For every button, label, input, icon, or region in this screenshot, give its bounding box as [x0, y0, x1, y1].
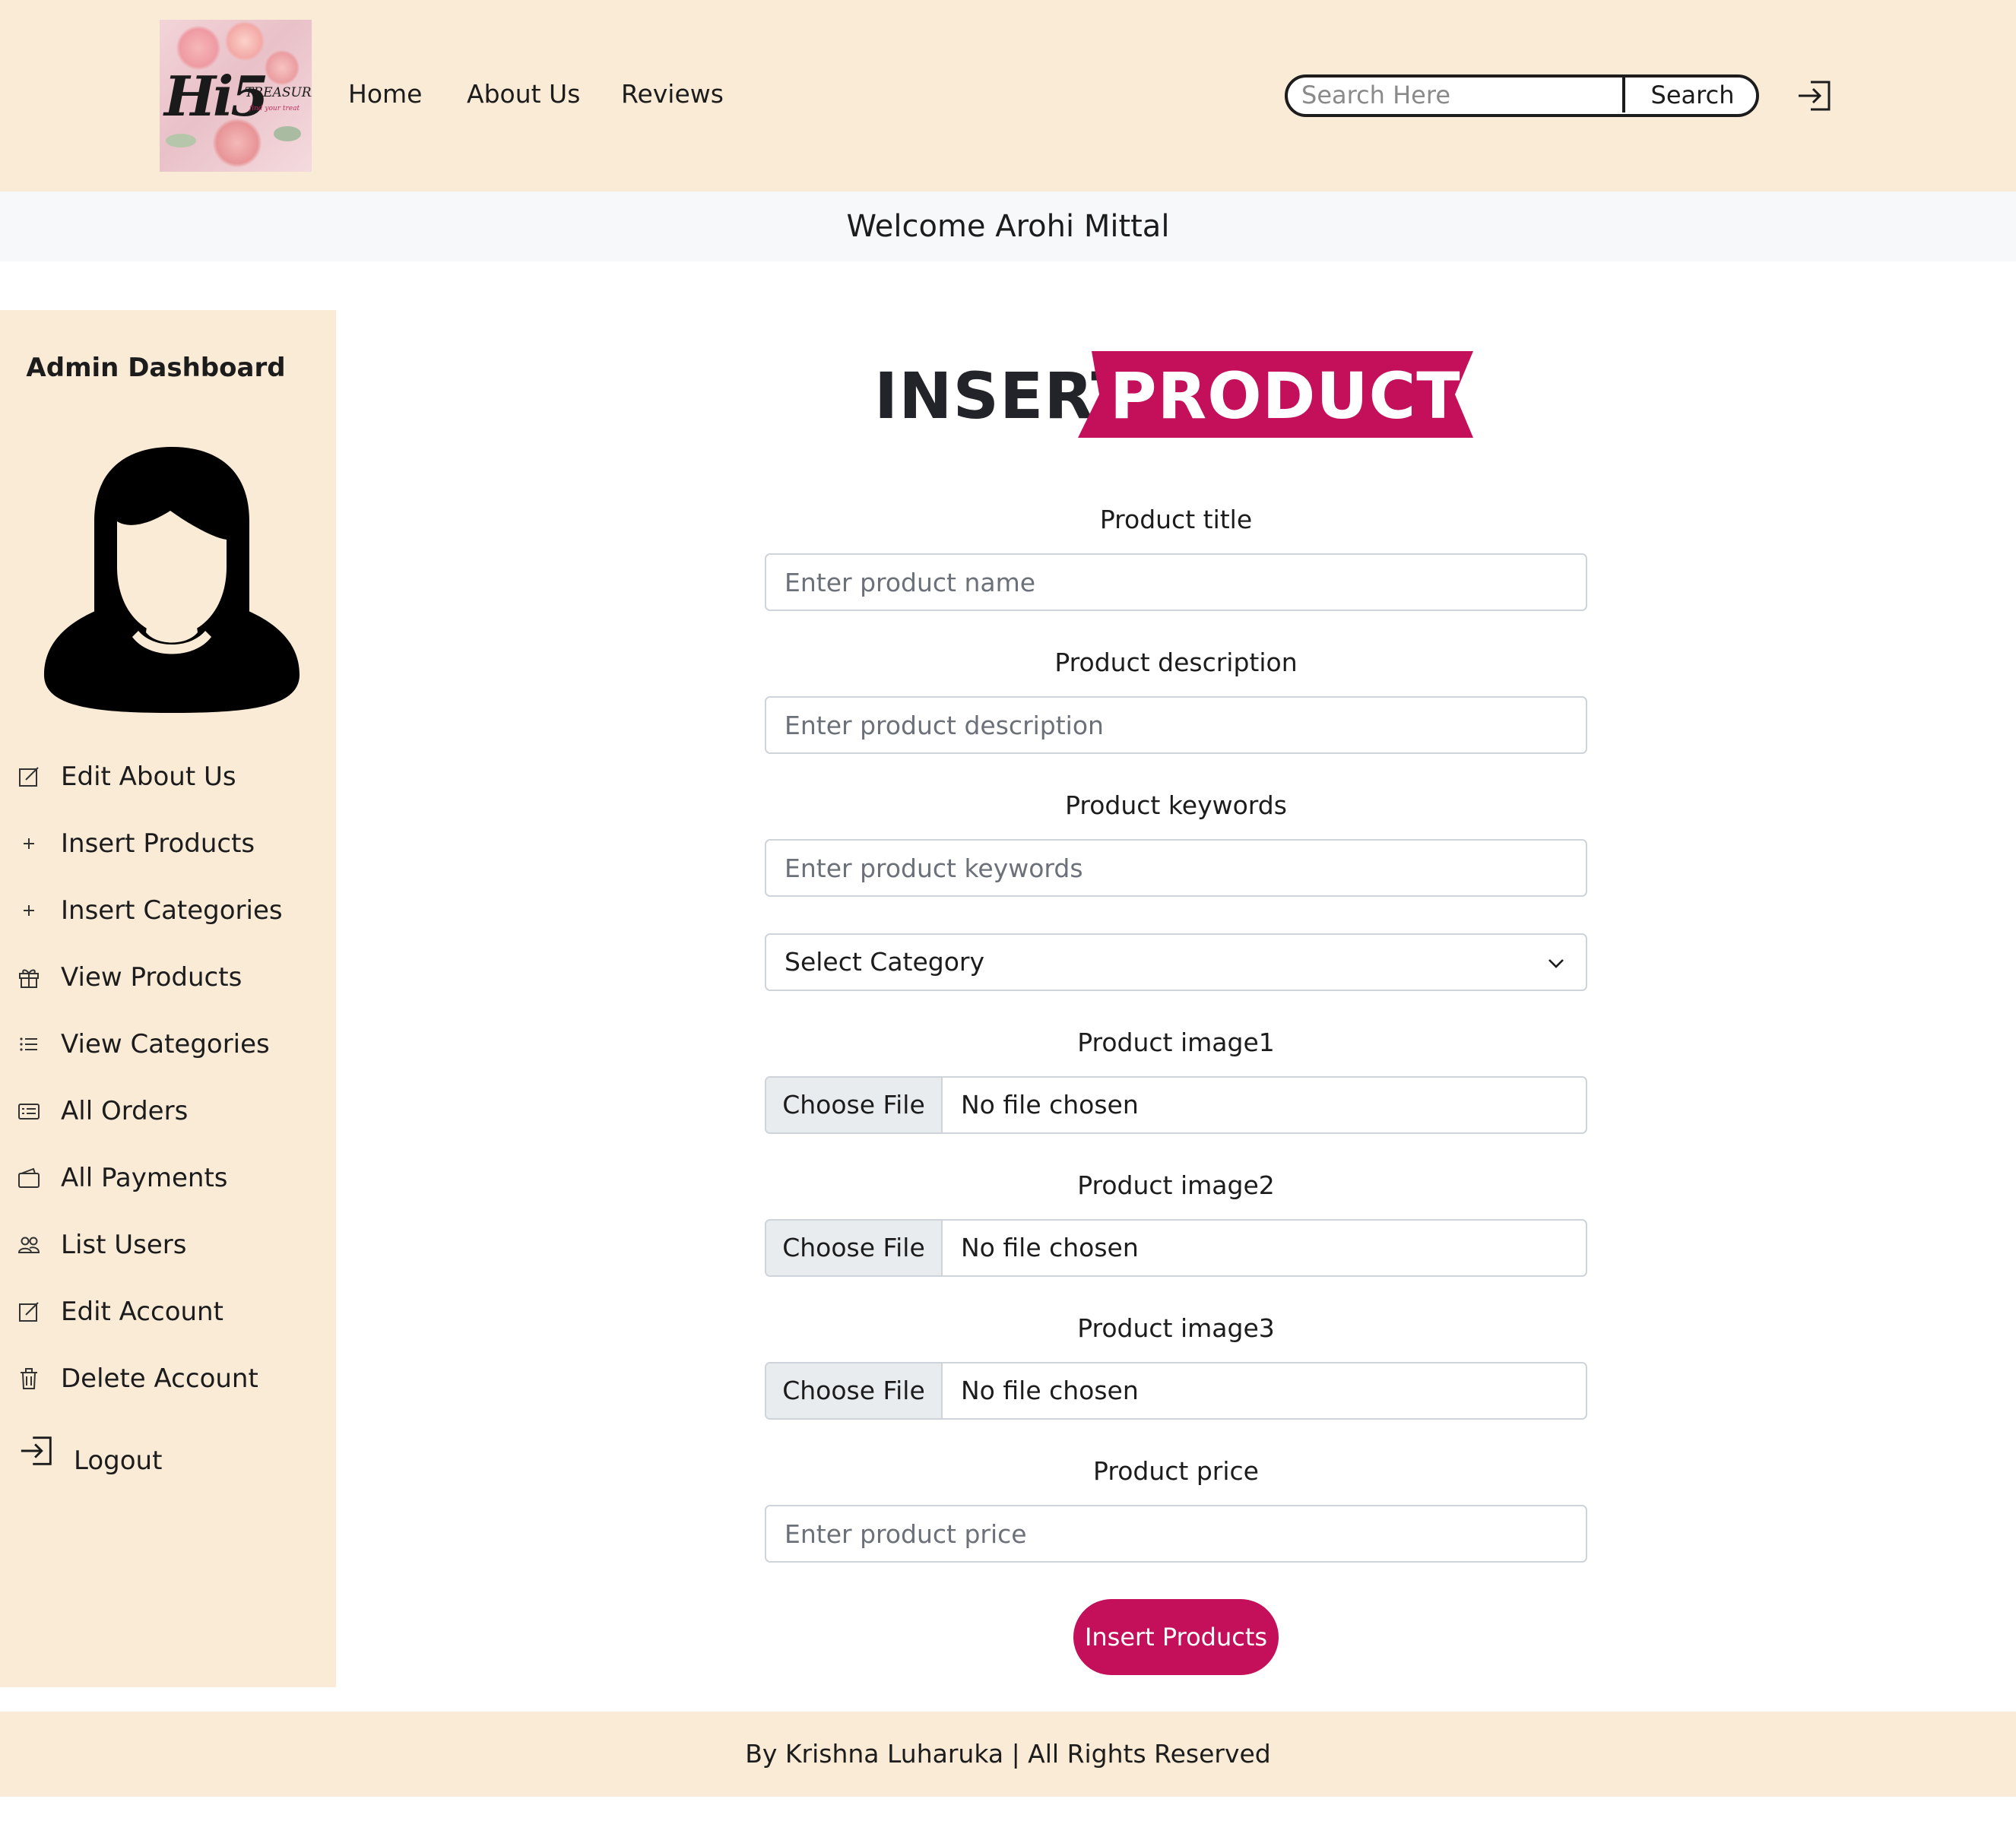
logout-arrow-icon: [21, 1436, 52, 1465]
sidebar-item-all-payments[interactable]: All Payments: [0, 1155, 336, 1201]
product-price-label: Product price: [1093, 1456, 1259, 1486]
sidebar-item-edit-account[interactable]: Edit Account: [0, 1289, 336, 1335]
sidebar-item-label: View Categories: [61, 1029, 270, 1059]
file-status-text: No file chosen: [961, 1376, 1139, 1405]
sidebar-item-view-categories[interactable]: View Categories: [0, 1021, 336, 1067]
edit-square-icon: [19, 767, 39, 787]
plus-icon: [24, 905, 34, 916]
choose-file-button[interactable]: Choose File: [766, 1363, 943, 1418]
product-description-label: Product description: [1054, 648, 1298, 677]
product-image3-file-input[interactable]: Choose File No file chosen: [765, 1362, 1587, 1420]
logo-leaf-decoration: [274, 126, 301, 141]
card-list-icon: [18, 1104, 40, 1120]
people-icon: [17, 1237, 40, 1253]
site-footer: By Krishna Luharuka | All Rights Reserve…: [0, 1712, 2016, 1797]
logo-flower-decoration: [225, 21, 265, 61]
sidebar-item-all-orders[interactable]: All Orders: [0, 1088, 336, 1134]
welcome-bar: Welcome Arohi Mittal: [0, 192, 2016, 261]
choose-file-button[interactable]: Choose File: [766, 1221, 943, 1275]
sidebar-item-edit-about-us[interactable]: Edit About Us: [0, 754, 336, 800]
sidebar-item-logout[interactable]: Logout: [0, 1430, 336, 1476]
sidebar-item-label: Insert Products: [61, 828, 255, 859]
sidebar-item-label: View Products: [61, 962, 242, 993]
category-select-value: Select Category: [785, 947, 985, 977]
sidebar-item-label: Edit Account: [61, 1297, 223, 1327]
brand-logo[interactable]: Hi5 TREASURES find your treat: [160, 20, 312, 172]
site-header: Hi5 TREASURES find your treat Home About…: [0, 0, 2016, 192]
sidebar-item-insert-products[interactable]: Insert Products: [0, 821, 336, 866]
sidebar-title: Admin Dashboard: [26, 353, 286, 383]
product-keywords-label: Product keywords: [1065, 790, 1287, 820]
search-button[interactable]: Search: [1622, 78, 1756, 112]
logo-sub-text: TREASURES: [245, 85, 312, 100]
file-status-text: No file chosen: [961, 1233, 1139, 1262]
footer-text: By Krishna Luharuka | All Rights Reserve…: [745, 1739, 1271, 1769]
product-price-input[interactable]: [765, 1505, 1587, 1563]
welcome-message: Welcome Arohi Mittal: [846, 209, 1170, 244]
product-image1-file-input[interactable]: Choose File No file chosen: [765, 1076, 1587, 1134]
choose-file-button[interactable]: Choose File: [766, 1078, 943, 1132]
login-arrow-icon[interactable]: [1796, 76, 1835, 116]
nav-home[interactable]: Home: [348, 79, 422, 109]
list-icon: [20, 1037, 37, 1051]
sidebar-item-delete-account[interactable]: Delete Account: [0, 1356, 336, 1401]
trash-icon: [21, 1368, 37, 1389]
product-title-input[interactable]: [765, 553, 1587, 611]
search-input[interactable]: [1288, 78, 1622, 112]
product-image3-label: Product image3: [1077, 1313, 1275, 1343]
logo-tagline: find your treat: [249, 105, 300, 112]
chevron-down-icon: [1548, 959, 1564, 968]
sidebar-item-view-products[interactable]: View Products: [0, 955, 336, 1000]
sidebar-item-label: Delete Account: [61, 1363, 258, 1394]
product-image2-label: Product image2: [1077, 1170, 1275, 1200]
admin-sidebar: Admin Dashboard Edit About Us Insert Pro…: [0, 310, 336, 1687]
insert-products-button[interactable]: Insert Products: [1073, 1599, 1279, 1675]
wallet-icon: [18, 1167, 40, 1188]
category-select[interactable]: Select Category: [765, 933, 1587, 991]
sidebar-item-insert-categories[interactable]: Insert Categories: [0, 888, 336, 933]
sidebar-item-list-users[interactable]: List Users: [0, 1222, 336, 1268]
female-user-avatar-icon: [44, 447, 300, 713]
logo-flower-decoration: [265, 50, 300, 85]
product-image2-file-input[interactable]: Choose File No file chosen: [765, 1219, 1587, 1277]
product-title-label: Product title: [1099, 505, 1253, 534]
sidebar-item-label: List Users: [61, 1230, 187, 1260]
nav-reviews[interactable]: Reviews: [621, 79, 724, 109]
page-title-right: PRODUCTS: [1110, 359, 1508, 433]
plus-icon: [24, 838, 34, 849]
sidebar-item-label: All Payments: [61, 1163, 228, 1193]
sidebar-item-label: All Orders: [61, 1096, 189, 1126]
sidebar-item-label: Logout: [74, 1446, 163, 1476]
nav-about-us[interactable]: About Us: [467, 79, 580, 109]
product-keywords-input[interactable]: [765, 839, 1587, 897]
product-image1-label: Product image1: [1077, 1028, 1275, 1057]
search-form: Search: [1285, 74, 1759, 117]
sidebar-item-label: Insert Categories: [61, 895, 283, 926]
logo-leaf-decoration: [166, 134, 196, 147]
edit-square-icon: [19, 1302, 39, 1322]
gift-icon: [19, 969, 39, 988]
file-status-text: No file chosen: [961, 1090, 1139, 1120]
product-description-input[interactable]: [765, 696, 1587, 754]
sidebar-item-label: Edit About Us: [61, 762, 236, 792]
